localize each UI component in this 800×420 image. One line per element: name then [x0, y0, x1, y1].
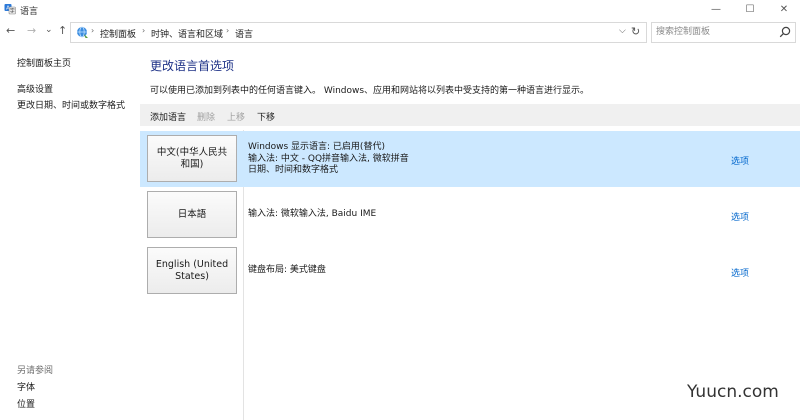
breadcrumb-language[interactable]: 语言: [235, 27, 253, 40]
display-language-info: Windows 显示语言: 已启用(替代): [248, 142, 385, 152]
search-box[interactable]: [651, 22, 796, 43]
page-title: 更改语言首选项: [150, 59, 235, 73]
language-name-line: English (United: [155, 258, 229, 270]
svg-text:字: 字: [10, 8, 15, 15]
breadcrumb[interactable]: › 控制面板 › 时钟、语言和区域 › 语言 ⌵ ↻: [70, 22, 647, 43]
keyboard-layout-info: 键盘布局: 美式键盘: [248, 265, 326, 275]
fonts-link[interactable]: 字体: [17, 380, 35, 393]
language-name-line: States): [175, 270, 209, 282]
options-link[interactable]: 选项: [731, 154, 749, 167]
breadcrumb-separator: ›: [142, 26, 146, 35]
location-link[interactable]: 位置: [17, 397, 35, 410]
see-also-heading: 另请参阅: [17, 366, 54, 376]
remove-button[interactable]: 删除: [197, 110, 215, 123]
options-link[interactable]: 选项: [731, 266, 749, 279]
breadcrumb-clock-language-region[interactable]: 时钟、语言和区域: [151, 27, 223, 40]
add-language-button[interactable]: 添加语言: [150, 110, 186, 123]
language-app-icon: A 字: [4, 4, 16, 15]
language-name-button[interactable]: 日本語: [147, 191, 237, 238]
language-name-line: 中文(中华人民共: [156, 146, 228, 158]
up-button[interactable]: ↑: [58, 24, 67, 37]
input-method-info: 输入法: 微软输入法, Baidu IME: [248, 209, 377, 219]
options-link[interactable]: 选项: [731, 210, 749, 223]
recent-locations-button[interactable]: ⌄: [45, 25, 53, 35]
language-details: Windows 显示语言: 已启用(替代) 输入法: 中文 - QQ拼音输入法,…: [248, 142, 409, 177]
maximize-button[interactable]: ☐: [740, 2, 760, 17]
title-bar: A 字 语言 — ☐ ✕: [0, 0, 800, 20]
language-name-button[interactable]: English (United States): [147, 247, 237, 294]
forward-button[interactable]: →: [27, 24, 36, 37]
search-input[interactable]: [656, 25, 771, 39]
control-panel-icon: [77, 26, 88, 38]
language-details: 键盘布局: 美式键盘: [248, 265, 326, 277]
language-name-button[interactable]: 中文(中华人民共 和国): [147, 135, 237, 182]
language-row-english[interactable]: English (United States) 键盘布局: 美式键盘 选项: [140, 243, 800, 299]
language-toolbar: 添加语言 删除 上移 下移: [140, 104, 800, 126]
minimize-button[interactable]: —: [706, 2, 726, 17]
back-button[interactable]: ←: [6, 24, 15, 37]
language-details: 输入法: 微软输入法, Baidu IME: [248, 209, 376, 221]
breadcrumb-separator: ›: [226, 26, 230, 35]
input-method-info: 输入法: 中文 - QQ拼音输入法, 微软拼音: [248, 153, 409, 164]
language-row-chinese[interactable]: 中文(中华人民共 和国) Windows 显示语言: 已启用(替代) 输入法: …: [140, 131, 800, 187]
breadcrumb-dropdown-icon[interactable]: ⌵: [619, 26, 626, 36]
refresh-icon[interactable]: ↻: [631, 25, 640, 38]
close-button[interactable]: ✕: [774, 2, 794, 17]
date-time-format-info: 日期、时间和数字格式: [248, 165, 339, 175]
advanced-settings-link[interactable]: 高级设置: [17, 82, 53, 95]
search-icon[interactable]: [779, 26, 791, 38]
move-down-button[interactable]: 下移: [257, 110, 275, 123]
page-description: 可以使用已添加到列表中的任何语言键入。 Windows、应用和网站将以列表中受支…: [150, 86, 590, 96]
watermark: Yuucn.com: [687, 382, 779, 402]
change-date-time-format-link[interactable]: 更改日期、时间或数字格式: [17, 98, 125, 111]
control-panel-home-link[interactable]: 控制面板主页: [17, 56, 71, 69]
language-row-japanese[interactable]: 日本語 输入法: 微软输入法, Baidu IME 选项: [140, 187, 800, 243]
move-up-button[interactable]: 上移: [227, 110, 245, 123]
breadcrumb-control-panel[interactable]: 控制面板: [100, 27, 136, 40]
language-name-line: 和国): [180, 158, 204, 170]
breadcrumb-separator: ›: [91, 26, 95, 35]
address-bar: ← → ⌄ ↑ › 控制面板 › 时钟、语言和区域 › 语言 ⌵ ↻: [0, 20, 800, 44]
language-name-line: 日本語: [177, 208, 207, 220]
window-title: 语言: [20, 7, 39, 17]
